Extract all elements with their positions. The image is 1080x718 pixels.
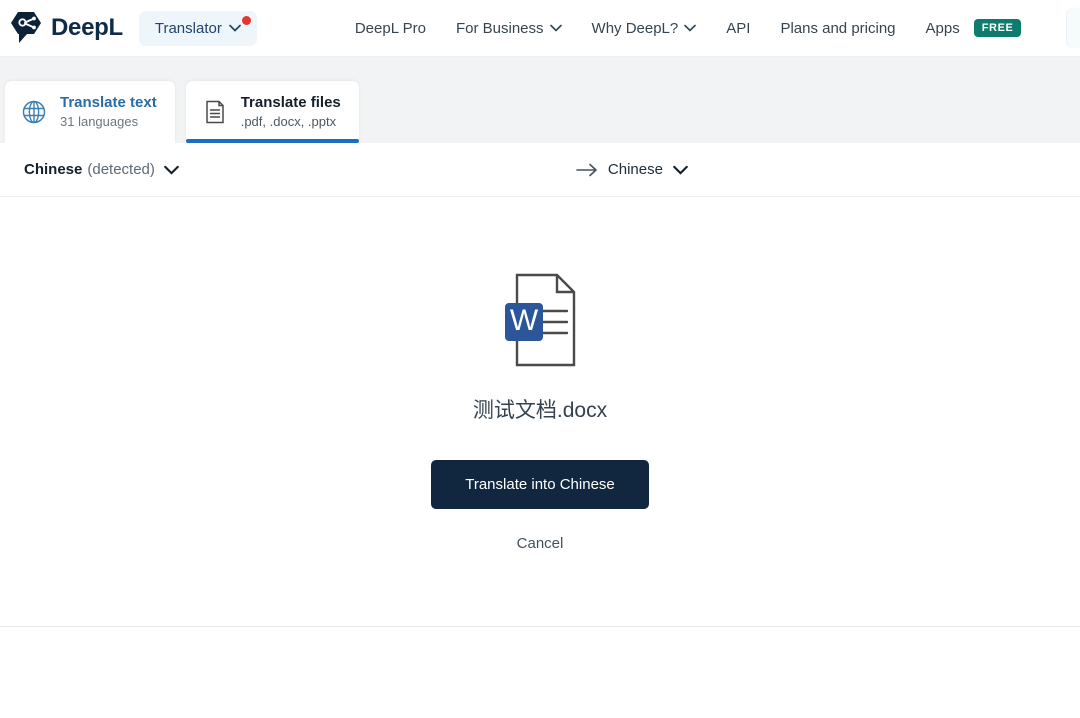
brand-name: DeepL <box>51 14 123 41</box>
source-language-name: Chinese <box>24 161 83 178</box>
target-language-selector[interactable]: Chinese <box>576 161 688 178</box>
nav-item-deepl-pro[interactable]: DeepL Pro <box>355 20 426 37</box>
tab-subtitle: 31 languages <box>60 113 139 129</box>
nav-item-apps[interactable]: Apps FREE <box>926 19 1022 37</box>
nav-item-label: Why DeepL? <box>591 19 679 37</box>
tab-subtitle: .pdf, .docx, .pptx <box>240 113 337 129</box>
arrow-right-icon <box>576 163 598 177</box>
uploaded-filename: 测试文档.docx <box>472 399 608 422</box>
nav-item-api[interactable]: API <box>726 20 750 37</box>
nav-item-label: For Business <box>455 19 544 37</box>
tab-translate-text[interactable]: Translate text 31 languages <box>5 81 175 143</box>
brand-logo[interactable]: DeepL <box>10 11 123 45</box>
top-navigation-bar: DeepL Translator DeepL Pro For Business … <box>0 0 1080 57</box>
globe-icon <box>21 99 47 125</box>
translator-dropdown[interactable]: Translator <box>138 10 257 46</box>
tab-translate-files[interactable]: Translate files .pdf, .docx, .pptx <box>185 81 359 143</box>
nav-item-for-business[interactable]: For Business <box>456 20 562 37</box>
notification-dot-icon <box>241 15 251 25</box>
primary-nav-links: DeepL Pro For Business Why DeepL? API Pl… <box>355 19 1022 37</box>
nav-item-label: Apps <box>925 19 960 37</box>
nav-item-why-deepl[interactable]: Why DeepL? <box>592 20 697 37</box>
document-icon <box>202 99 228 125</box>
cancel-button[interactable]: Cancel <box>517 535 564 552</box>
nav-item-plans-and-pricing[interactable]: Plans and pricing <box>780 20 895 37</box>
language-selection-bar: Chinese (detected) Chinese <box>0 143 1080 197</box>
chevron-down-icon <box>673 165 688 175</box>
deepl-logo-mark-icon <box>10 11 42 45</box>
chevron-down-icon <box>164 165 179 175</box>
page-footer-area <box>0 627 1080 700</box>
translator-dropdown-label: Translator <box>154 19 222 37</box>
chevron-down-icon <box>684 24 697 32</box>
source-language-detected-note: (detected) <box>87 161 155 178</box>
nav-item-label: Plans and pricing <box>780 19 896 37</box>
word-document-icon: W <box>501 272 579 368</box>
edge-cutoff-element <box>1066 8 1080 48</box>
source-language-selector[interactable]: Chinese (detected) <box>0 161 179 178</box>
tab-title: Translate text <box>60 94 157 112</box>
chevron-down-icon <box>549 24 562 32</box>
mode-tab-strip: Translate text 31 languages Translate fi… <box>0 57 1080 143</box>
file-upload-panel: W 测试文档.docx Translate into Chinese Cance… <box>0 197 1080 627</box>
translate-into-chinese-button[interactable]: Translate into Chinese <box>431 460 649 509</box>
nav-item-label: DeepL Pro <box>354 19 426 37</box>
svg-text:W: W <box>510 304 539 337</box>
target-language-name: Chinese <box>607 161 663 178</box>
tab-title: Translate files <box>240 94 341 112</box>
chevron-down-icon <box>228 24 241 32</box>
nav-item-label: API <box>726 19 751 37</box>
free-badge: FREE <box>973 19 1022 37</box>
